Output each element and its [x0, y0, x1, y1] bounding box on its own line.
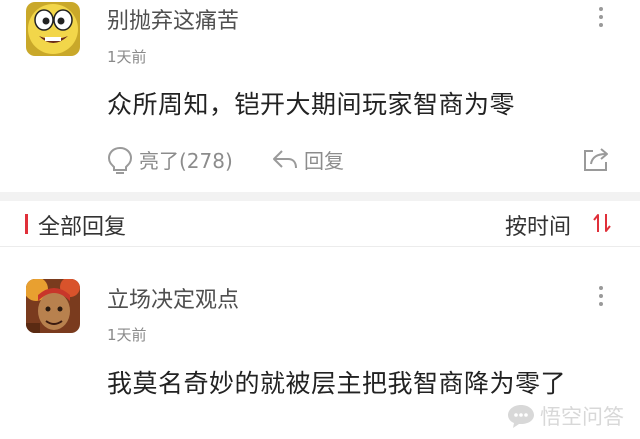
section-accent-bar	[25, 214, 28, 234]
like-button[interactable]: 亮了(278)	[107, 145, 233, 174]
avatar-yellow-face-image	[26, 2, 80, 56]
comment-text: 众所周知，铠开大期间玩家智商为零	[107, 90, 516, 119]
avatar-character-image	[26, 279, 80, 333]
section-divider	[0, 192, 640, 201]
avatar[interactable]	[26, 2, 80, 56]
comment-thread: 别抛弃这痛苦 1天前 众所周知，铠开大期间玩家智商为零 亮了(278) 回复 全…	[0, 0, 640, 439]
comment-username[interactable]: 别抛弃这痛苦	[107, 3, 239, 35]
reply-arrow-icon	[273, 149, 297, 168]
chat-bubble-logo-icon	[508, 405, 534, 428]
comment-actions: 亮了(278) 回复	[0, 145, 640, 179]
more-options-icon[interactable]	[596, 5, 606, 29]
more-options-icon[interactable]	[596, 284, 606, 308]
lightbulb-icon	[107, 146, 133, 174]
watermark-text: 悟空问答	[540, 405, 624, 429]
comment-time: 1天前	[107, 326, 147, 344]
like-count-label: 亮了(278)	[139, 149, 233, 173]
share-button[interactable]	[582, 145, 610, 173]
comment-time: 1天前	[107, 48, 147, 66]
sort-icon[interactable]	[592, 212, 612, 238]
comment-username[interactable]: 立场决定观点	[107, 282, 239, 314]
sort-by-time-button[interactable]: 按时间	[505, 209, 571, 241]
avatar[interactable]	[26, 279, 80, 333]
reply-label: 回复	[304, 149, 344, 173]
section-title: 全部回复	[38, 215, 127, 240]
comment-text: 我莫名奇妙的就被层主把我智商降为零了	[107, 369, 567, 398]
watermark: 悟空问答	[506, 401, 624, 431]
replies-section-header: 全部回复 按时间	[0, 201, 640, 247]
share-icon	[584, 148, 608, 171]
reply-button[interactable]: 回复	[272, 145, 344, 174]
